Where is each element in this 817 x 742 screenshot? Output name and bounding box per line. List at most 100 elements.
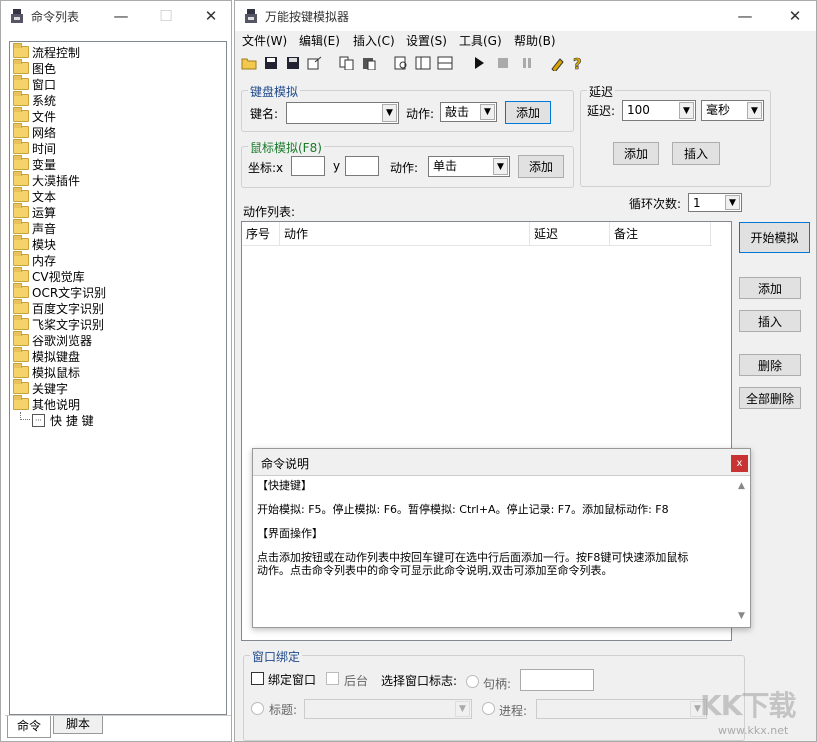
tree-item-label: 飞桨文字识别 xyxy=(32,317,105,332)
handle-radio[interactable] xyxy=(466,675,479,688)
tree-item[interactable]: 流程控制 xyxy=(13,43,80,60)
save-as-icon[interactable] xyxy=(285,55,301,71)
tree-item[interactable]: 内存 xyxy=(13,251,56,268)
tree-item[interactable]: 模拟键盘 xyxy=(13,347,81,364)
title-select[interactable]: ▼ xyxy=(304,699,472,719)
column-header-note[interactable]: 备注 xyxy=(610,222,711,246)
tree-item[interactable]: 关键字 xyxy=(13,379,68,396)
pause-icon[interactable] xyxy=(519,55,535,71)
background-checkbox[interactable] xyxy=(326,672,339,685)
tree-item[interactable]: 系统 xyxy=(13,91,57,108)
dialog-close-button[interactable]: x xyxy=(731,455,748,472)
column-header-index[interactable]: 序号 xyxy=(242,222,280,246)
tree-item-label: 系统 xyxy=(32,93,57,108)
menu-insert[interactable]: 插入(C) xyxy=(353,32,395,49)
tree-item[interactable]: 其他说明 xyxy=(13,395,80,412)
delete-button[interactable]: 删除 xyxy=(739,354,801,376)
menu-file[interactable]: 文件(W) xyxy=(242,32,287,49)
mouse-action-select[interactable]: 单击 ▼ xyxy=(428,156,510,177)
play-icon[interactable] xyxy=(471,55,487,71)
open-folder-icon[interactable] xyxy=(241,55,257,71)
tree-item-label: 模拟键盘 xyxy=(32,349,81,364)
tree-item[interactable]: 文本 xyxy=(13,187,57,204)
tree-item-label: 运算 xyxy=(32,205,57,220)
keyboard-add-button[interactable]: 添加 xyxy=(505,101,551,124)
column-header-action[interactable]: 动作 xyxy=(280,222,530,246)
delay-add-button[interactable]: 添加 xyxy=(613,142,659,165)
key-name-label: 键名: xyxy=(250,107,279,121)
tree-item[interactable]: 图色 xyxy=(13,59,56,76)
minimize-button[interactable]: — xyxy=(101,1,141,31)
delete-all-button[interactable]: 全部删除 xyxy=(739,387,801,409)
tree-item[interactable]: 模块 xyxy=(13,235,56,252)
tree-child-item[interactable]: ⋯ 快 捷 键 xyxy=(20,412,94,428)
tree-item[interactable]: 网络 xyxy=(13,123,56,140)
svg-text:?: ? xyxy=(573,55,582,71)
title-radio[interactable] xyxy=(251,702,264,715)
dialog-content: 【快捷键】 开始模拟: F5。停止模拟: F6。暂停模拟: Ctrl+A。停止记… xyxy=(257,479,735,624)
menu-edit[interactable]: 编辑(E) xyxy=(299,32,340,49)
coord-y-input[interactable] xyxy=(345,156,379,176)
minimize-button[interactable]: — xyxy=(725,1,765,31)
tree-item[interactable]: 声音 xyxy=(13,219,56,236)
scroll-down-icon[interactable]: ▼ xyxy=(738,611,745,621)
column-header-delay[interactable]: 延迟 xyxy=(530,222,610,246)
process-radio[interactable] xyxy=(482,702,495,715)
tree-item[interactable]: 大漠插件 xyxy=(13,171,80,188)
paste-icon[interactable] xyxy=(361,55,377,71)
coord-x-input[interactable] xyxy=(291,156,325,176)
tree-item[interactable]: 模拟鼠标 xyxy=(13,363,80,380)
tree-child-label: 快 捷 键 xyxy=(50,413,94,428)
tab-script[interactable]: 脚本 xyxy=(53,716,103,734)
tree-item[interactable]: CV视觉库 xyxy=(13,267,85,284)
preview-icon[interactable] xyxy=(393,55,409,71)
tree-item[interactable]: 运算 xyxy=(13,203,57,220)
mouse-add-button[interactable]: 添加 xyxy=(518,155,564,178)
close-button[interactable]: ✕ xyxy=(191,1,231,31)
tree-item[interactable]: 时间 xyxy=(13,139,56,156)
maximize-button[interactable]: ☐ xyxy=(146,1,186,31)
process-select[interactable]: ▼ xyxy=(536,699,707,719)
tree-item[interactable]: 文件 xyxy=(13,107,56,124)
add-button[interactable]: 添加 xyxy=(739,277,801,299)
copy-icon[interactable] xyxy=(339,55,355,71)
handle-input[interactable] xyxy=(520,669,594,691)
record-icon[interactable] xyxy=(549,55,565,71)
tree-item[interactable]: 变量 xyxy=(13,155,57,172)
tree-item-label: 文本 xyxy=(32,189,57,204)
keyboard-action-select[interactable]: 敲击 ▼ xyxy=(440,102,497,122)
tree-item[interactable]: OCR文字识别 xyxy=(13,283,106,300)
delay-unit-select[interactable]: 毫秒 ▼ xyxy=(701,100,764,121)
export-icon[interactable] xyxy=(307,55,323,71)
key-name-select[interactable]: ▼ xyxy=(286,102,399,124)
chevron-down-icon: ▼ xyxy=(493,158,508,175)
scroll-up-icon[interactable]: ▲ xyxy=(738,481,745,491)
folder-icon xyxy=(13,235,29,250)
folder-icon xyxy=(13,251,29,266)
help-icon[interactable]: ? xyxy=(571,55,587,71)
insert-button[interactable]: 插入 xyxy=(739,310,801,332)
folder-icon xyxy=(13,379,29,394)
menu-settings[interactable]: 设置(S) xyxy=(406,32,447,49)
layout-rows-icon[interactable] xyxy=(437,55,453,71)
tree-item[interactable]: 飞桨文字识别 xyxy=(13,315,105,332)
loop-count-select[interactable]: 1 ▼ xyxy=(688,193,742,212)
command-tree[interactable]: 流程控制 图色 窗口 系统 文件 网络 时间 变量 大漠插件 文本 运算 声音 模块 内存 CV视觉库 OCR… xyxy=(9,41,227,715)
close-button[interactable]: ✕ xyxy=(775,1,815,31)
bind-window-checkbox[interactable] xyxy=(251,672,264,685)
tab-commands[interactable]: 命令 xyxy=(7,716,51,738)
tree-item[interactable]: 谷歌浏览器 xyxy=(13,331,92,348)
tree-item[interactable]: 百度文字识别 xyxy=(13,299,104,316)
watermark: KK下载 www.kkx.net xyxy=(698,684,817,742)
delay-value-select[interactable]: 100 ▼ xyxy=(622,100,696,121)
delay-insert-button[interactable]: 插入 xyxy=(672,142,720,165)
menu-help[interactable]: 帮助(B) xyxy=(514,32,556,49)
save-icon[interactable] xyxy=(263,55,279,71)
tree-item-label: 变量 xyxy=(32,157,57,172)
stop-icon[interactable] xyxy=(495,55,511,71)
dialog-scrollbar[interactable]: ▲ ▼ xyxy=(736,479,750,625)
tree-item[interactable]: 窗口 xyxy=(13,75,56,92)
start-simulation-button[interactable]: 开始模拟 xyxy=(739,222,810,253)
layout-columns-icon[interactable] xyxy=(415,55,431,71)
menu-tools[interactable]: 工具(G) xyxy=(459,32,502,49)
